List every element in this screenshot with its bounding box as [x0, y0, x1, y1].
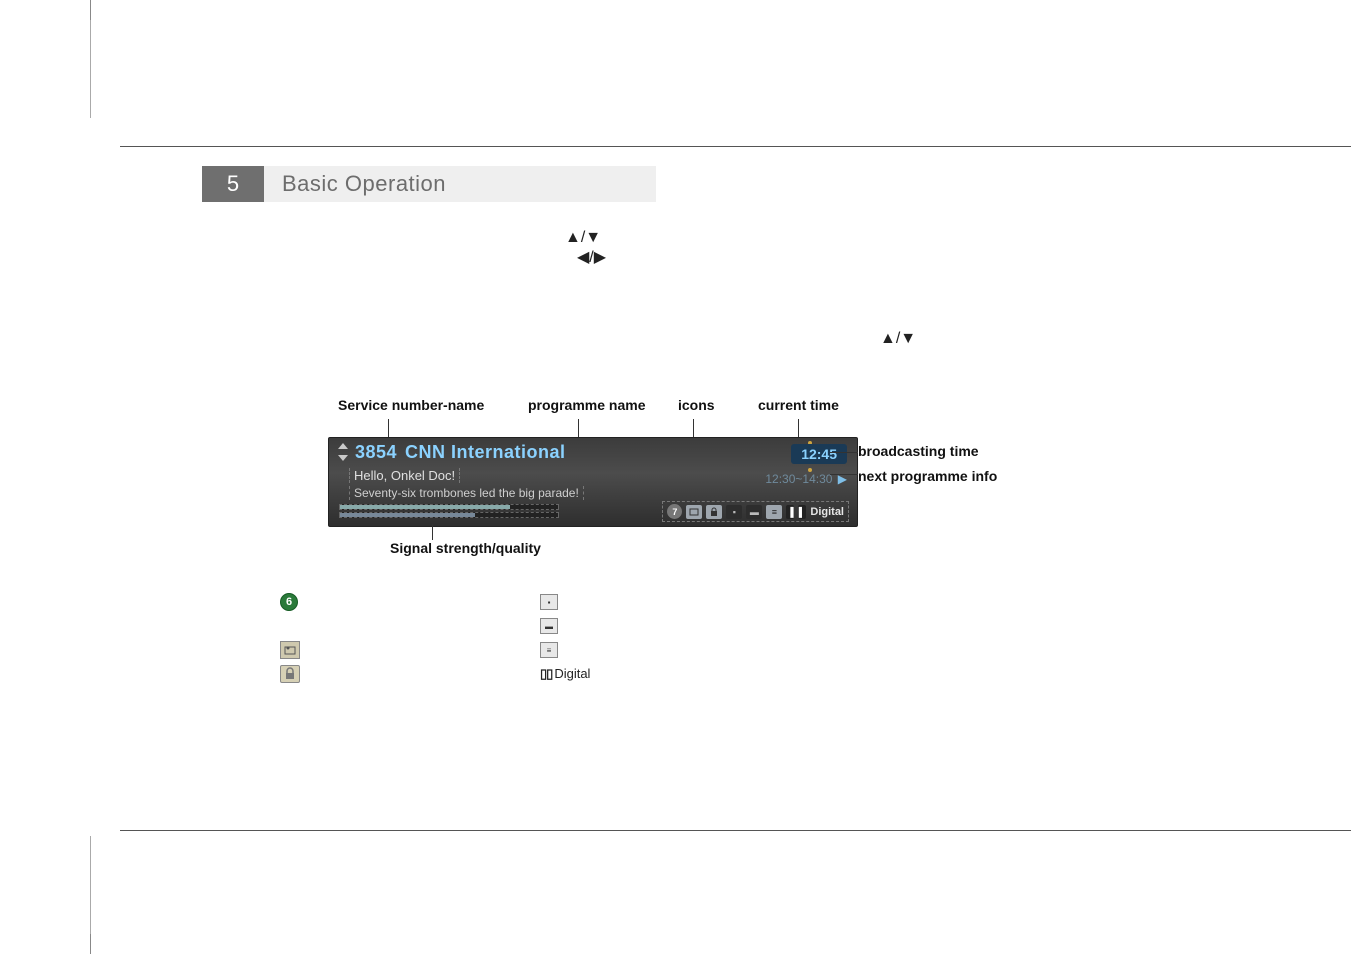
icon-legend: 6 ▪ ▬ ≡ ▯▯Digital	[280, 590, 880, 686]
updown-icon	[337, 443, 349, 463]
manual-page: 5 Basic Operation ▲/▼ ◀/▶ ▲/▼ Service nu…	[0, 0, 1351, 954]
next-programme-short: Seventy-six trombones led the big parade…	[349, 486, 584, 500]
signal-bars	[339, 504, 559, 520]
pay-tv-icon	[280, 641, 300, 659]
age-rating-icon: 7	[667, 504, 682, 519]
callout-line	[830, 452, 858, 453]
label-service: Service number-name	[338, 397, 484, 413]
callout-line	[830, 474, 858, 475]
label-tick	[578, 419, 579, 437]
legend-row: ≡	[280, 638, 880, 662]
dolby-digital-label: Digital	[554, 666, 590, 682]
dolby-d-icon: ▐	[798, 505, 806, 519]
osd-top-labels: Service number-name programme name icons…	[328, 397, 1028, 437]
label-programme: programme name	[528, 397, 645, 413]
label-current-time: current time	[758, 397, 839, 413]
osd-icon-strip: 7 ▪ ▬ ≡ ▐ ▐ Digital	[662, 501, 849, 522]
spine-mark	[90, 20, 91, 118]
label-tick	[432, 524, 433, 540]
bottom-divider	[120, 830, 1351, 831]
teletext-icon: ≡	[540, 642, 558, 658]
osd-service-row: 3854 CNN International	[329, 438, 857, 463]
up-down-arrow-icon: ▲/▼	[565, 229, 601, 247]
label-broadcasting-time: broadcasting time	[858, 443, 997, 460]
subtitle-icon: ▬	[746, 505, 762, 519]
dolby-digital-icon: ▯▯	[540, 666, 552, 682]
label-signal: Signal strength/quality	[390, 540, 541, 556]
legend-row: ▬	[280, 614, 880, 638]
tv-icon: ▪	[726, 505, 742, 519]
legend-row: 6 ▪	[280, 590, 880, 614]
service-name: CNN International	[405, 442, 566, 463]
pay-tv-icon	[686, 505, 702, 519]
up-down-arrow-icon: ▲/▼	[880, 330, 916, 348]
current-time-value: 12:45	[801, 446, 837, 462]
label-tick	[388, 419, 389, 437]
dolby-d-icon: ▐	[786, 505, 794, 519]
service-number: 3854	[355, 442, 397, 463]
osd-info-bar: 3854 CNN International 12:45 Hello, Onke…	[328, 437, 858, 527]
spine-mark	[90, 836, 91, 934]
lock-icon	[706, 505, 722, 519]
chapter-header: 5 Basic Operation	[202, 166, 656, 202]
digital-label: Digital	[810, 506, 844, 518]
current-time-pill: 12:45	[791, 444, 847, 464]
label-tick	[798, 419, 799, 437]
lock-icon	[280, 665, 300, 683]
legend-row: ▯▯Digital	[280, 662, 880, 686]
broadcast-window: 12:30~14:30	[765, 472, 832, 486]
age-rating-icon: 6	[280, 593, 298, 611]
label-next-programme: next programme info	[858, 468, 997, 485]
current-programme-name: Hello, Onkel Doc!	[349, 468, 460, 483]
subtitle-icon: ▬	[540, 618, 558, 634]
left-right-arrow-icon: ◀/▶	[577, 247, 606, 267]
chapter-title: Basic Operation	[264, 166, 656, 202]
osd-right-callouts: broadcasting time next programme info	[858, 443, 997, 493]
top-divider	[120, 146, 1351, 147]
tv-icon: ▪	[540, 594, 558, 610]
teletext-icon: ≡	[766, 505, 782, 519]
label-icons: icons	[678, 397, 715, 413]
chapter-number: 5	[202, 166, 264, 202]
